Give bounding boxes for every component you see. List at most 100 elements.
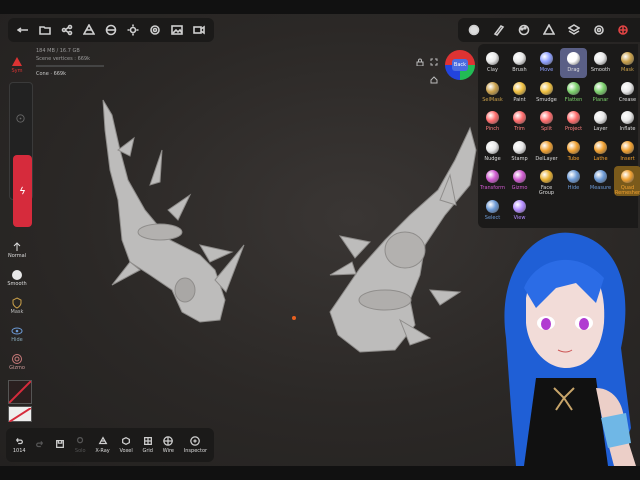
color-swatch-primary[interactable] xyxy=(8,380,32,404)
tool-gizmo[interactable]: Gizmo xyxy=(506,166,533,196)
bottom-button-wire[interactable]: Wire xyxy=(163,436,174,454)
tool-mask[interactable]: Mask xyxy=(614,48,640,78)
tool-trim[interactable]: Trim xyxy=(506,107,533,137)
tool-nudge[interactable]: Nudge xyxy=(479,137,506,167)
tool-clay[interactable]: Clay xyxy=(479,48,506,78)
tool-pinch[interactable]: Pinch xyxy=(479,107,506,137)
bottom-button-label: Solo xyxy=(74,448,86,454)
tool-lathe[interactable]: Lathe xyxy=(587,137,614,167)
hide-button[interactable]: Hide xyxy=(4,322,30,346)
tool-label: Smooth xyxy=(590,67,611,73)
scene-graph-icon[interactable] xyxy=(59,22,75,38)
left-sidebar: Sym Normal Smooth Mask Hide Gizmo xyxy=(4,48,33,464)
home-view-icon[interactable] xyxy=(430,69,438,88)
stroke-icon[interactable] xyxy=(541,22,557,38)
mask-button[interactable]: Mask xyxy=(4,294,30,318)
mask-icon xyxy=(621,52,634,65)
tool-face-group[interactable]: Face Group xyxy=(533,166,560,196)
hide-label: Hide xyxy=(11,337,23,343)
tool-project[interactable]: Project xyxy=(560,107,587,137)
smooth-button[interactable]: Smooth xyxy=(4,266,30,290)
preferences-icon[interactable] xyxy=(591,22,607,38)
tool-hide[interactable]: Hide xyxy=(560,166,587,196)
insert-icon xyxy=(621,140,634,154)
inflate-icon xyxy=(621,111,634,124)
bottom-button-grid[interactable]: Grid xyxy=(142,436,153,454)
move-icon xyxy=(540,52,553,65)
tools-menu-icon[interactable] xyxy=(466,22,482,38)
radial-settings-icon[interactable] xyxy=(615,22,631,38)
stroke-mode-label: Normal xyxy=(7,253,27,259)
tool-dellayer[interactable]: DelLayer xyxy=(533,137,560,167)
tool-split[interactable]: Split xyxy=(533,107,560,137)
bottom-button-voxel[interactable]: Voxel xyxy=(120,436,133,454)
tool-tube[interactable]: Tube xyxy=(560,137,587,167)
bottom-button-label: Voxel xyxy=(119,448,133,454)
tool-label: View xyxy=(513,214,526,221)
bottom-button-solo[interactable]: Solo xyxy=(75,436,86,454)
vtuber-avatar-overlay xyxy=(504,232,636,466)
tool-label: Move xyxy=(539,67,554,73)
tool-transform[interactable]: Transform xyxy=(479,166,506,196)
tool-label: Clay xyxy=(487,67,498,73)
redo-icon xyxy=(36,441,44,448)
lock-icon[interactable] xyxy=(416,51,424,70)
dellayer-icon xyxy=(540,140,553,154)
tool-quad-remesher[interactable]: Quad Remesher xyxy=(614,166,640,196)
record-icon[interactable] xyxy=(191,22,207,38)
trim-icon xyxy=(513,111,526,124)
tool-planar[interactable]: Planar xyxy=(587,78,614,108)
bottom-button-redo[interactable] xyxy=(35,439,45,451)
fullscreen-icon[interactable] xyxy=(430,51,438,70)
tool-smooth[interactable]: Smooth xyxy=(587,48,614,78)
tool-move[interactable]: Move xyxy=(533,48,560,78)
navigation-cube[interactable]: Back xyxy=(445,50,475,80)
bottom-button-save[interactable] xyxy=(55,439,65,451)
bottom-button-1014[interactable]: 1014 xyxy=(13,436,26,454)
topology-icon[interactable] xyxy=(81,22,97,38)
tool-flatten[interactable]: Flatten xyxy=(560,78,587,108)
symmetry-label: Sym xyxy=(11,68,23,74)
tool-drag[interactable]: Drag xyxy=(560,48,587,78)
menu-toggle-icon[interactable] xyxy=(15,22,31,38)
tool-paint[interactable]: Paint xyxy=(506,78,533,108)
tool-selmask[interactable]: SelMask xyxy=(479,78,506,108)
tool-label: Select xyxy=(484,214,501,221)
brush-settings-icon[interactable] xyxy=(491,22,507,38)
stamp-icon xyxy=(513,140,526,154)
tool-label: Pinch xyxy=(485,126,500,132)
bottom-button-inspector[interactable]: Inspector xyxy=(184,436,207,454)
select-icon xyxy=(486,199,499,213)
tool-smudge[interactable]: Smudge xyxy=(533,78,560,108)
tool-view[interactable]: View xyxy=(506,196,533,226)
symmetry-icon xyxy=(12,57,22,66)
hide-icon xyxy=(567,170,580,183)
lighting-icon[interactable] xyxy=(125,22,141,38)
tool-select[interactable]: Select xyxy=(479,196,506,226)
stroke-mode-button[interactable]: Normal xyxy=(4,238,30,262)
nudge-icon xyxy=(486,140,499,154)
settings-icon[interactable] xyxy=(147,22,163,38)
tool-measure[interactable]: Measure xyxy=(587,166,614,196)
color-swatch-secondary[interactable] xyxy=(8,406,32,423)
tool-crease[interactable]: Crease xyxy=(614,78,640,108)
symmetry-button[interactable]: Sym xyxy=(4,53,30,77)
material-icon[interactable] xyxy=(103,22,119,38)
gizmo-button[interactable]: Gizmo xyxy=(4,350,30,374)
intensity-slider[interactable] xyxy=(13,155,32,227)
tool-stamp[interactable]: Stamp xyxy=(506,137,533,167)
gizmo-icon xyxy=(513,170,526,183)
image-reference-icon[interactable] xyxy=(169,22,185,38)
selected-object[interactable]: Cone · 669k xyxy=(36,70,104,78)
paint-palette-icon[interactable] xyxy=(516,22,532,38)
tool-label: Measure xyxy=(589,185,612,191)
folder-icon[interactable] xyxy=(37,22,53,38)
tool-brush[interactable]: Brush xyxy=(506,48,533,78)
tool-layer[interactable]: Layer xyxy=(587,107,614,137)
tool-label: Mask xyxy=(621,67,634,73)
bottom-button-x-ray[interactable]: X-Ray xyxy=(95,436,110,454)
layers-icon[interactable] xyxy=(566,22,582,38)
tool-insert[interactable]: Insert xyxy=(614,137,640,167)
top-toolbar-right xyxy=(458,18,640,42)
tool-inflate[interactable]: Inflate xyxy=(614,107,640,137)
